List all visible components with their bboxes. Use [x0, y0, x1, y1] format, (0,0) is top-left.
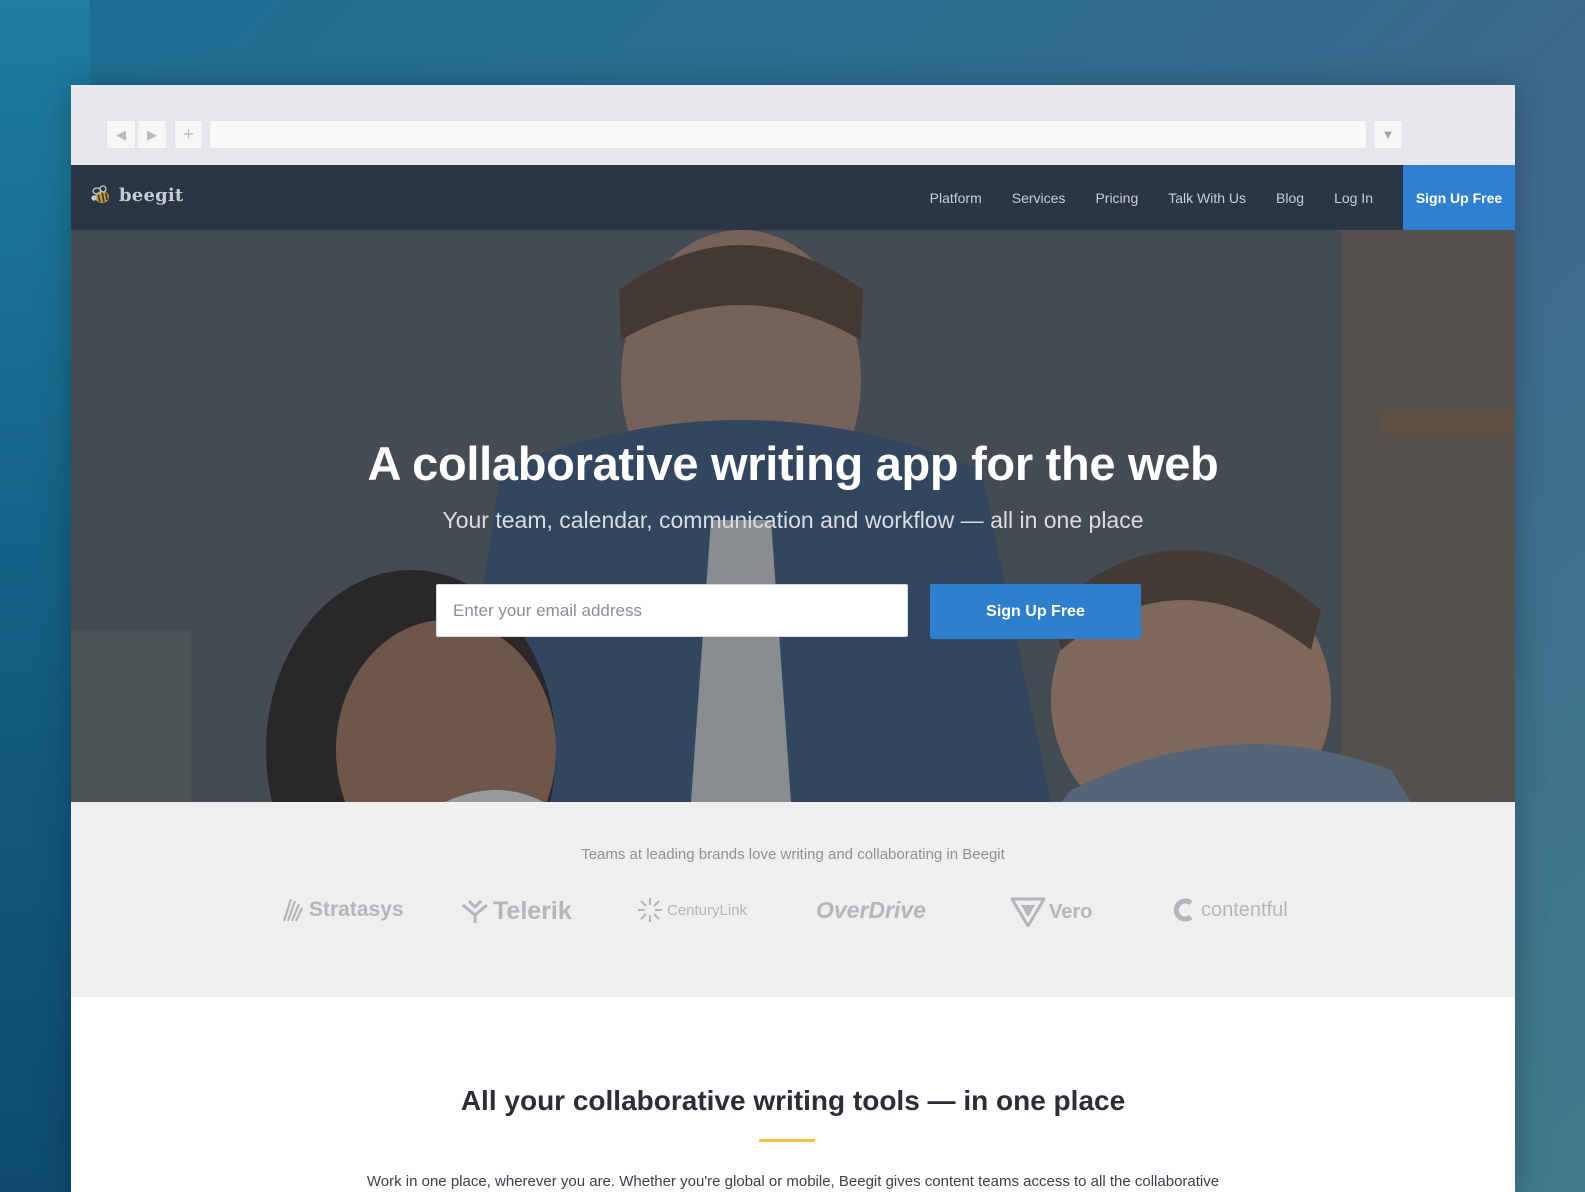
- site-navbar: beegit Platform Services Pricing Talk Wi…: [71, 165, 1515, 230]
- nav-services[interactable]: Services: [1012, 190, 1066, 206]
- nav-talk-with-us[interactable]: Talk With Us: [1168, 190, 1246, 206]
- brand-logo-contentful: contentful: [1171, 897, 1288, 923]
- brand-name: CenturyLink: [667, 901, 748, 919]
- title-underline: [759, 1139, 815, 1142]
- contentful-icon: [1171, 897, 1197, 923]
- history-buttons: ◀ ▶: [106, 120, 167, 149]
- brand-name: Telerik: [493, 897, 572, 925]
- brand-logo-stratasys: Stratasys: [281, 897, 404, 923]
- forward-icon[interactable]: ▶: [137, 120, 167, 149]
- nav-blog[interactable]: Blog: [1276, 190, 1304, 206]
- stratasys-icon: [281, 897, 305, 923]
- brand-logo-vero: Vero: [1011, 897, 1092, 927]
- tools-section: All your collaborative writing tools — i…: [71, 997, 1515, 1192]
- brand-logo-centurylink: CenturyLink: [637, 897, 747, 923]
- section-title: All your collaborative writing tools — i…: [460, 1085, 1126, 1116]
- brands-section: Teams at leading brands love writing and…: [71, 802, 1515, 997]
- vero-icon: [1011, 897, 1045, 927]
- hero-content: A collaborative writing app for the web …: [71, 436, 1515, 534]
- browser-toolbar: ◀ ▶ + ▼: [71, 85, 1515, 165]
- hero-subtitle: Your team, calendar, communication and w…: [442, 507, 1144, 533]
- brand-name: Stratasys: [309, 898, 404, 921]
- nav-menu: Platform Services Pricing Talk With Us B…: [930, 165, 1515, 230]
- logo-text: beegit: [119, 184, 184, 206]
- brand-name: Vero: [1049, 900, 1093, 923]
- address-bar[interactable]: [209, 120, 1367, 149]
- section-text: Work in one place, wherever you are. Whe…: [366, 1173, 1220, 1190]
- centurylink-icon: [637, 897, 663, 923]
- brands-caption: Teams at leading brands love writing and…: [581, 846, 1005, 863]
- telerik-icon: [461, 899, 489, 925]
- site-logo[interactable]: beegit: [89, 183, 183, 207]
- chevron-down-icon[interactable]: ▼: [1373, 120, 1403, 149]
- email-field[interactable]: [436, 584, 908, 637]
- new-tab-icon[interactable]: +: [174, 120, 203, 149]
- browser-window: ◀ ▶ + ▼ beegit Platform Services Pricing: [71, 85, 1515, 1192]
- hero-section: A collaborative writing app for the web …: [71, 230, 1515, 802]
- brand-logo-telerik: Telerik: [461, 897, 572, 926]
- bee-icon: [89, 183, 113, 207]
- back-icon[interactable]: ◀: [106, 120, 136, 149]
- brand-name: OverDrive: [816, 897, 926, 923]
- signup-form: Sign Up Free: [436, 584, 1141, 639]
- hero-sign-up-button[interactable]: Sign Up Free: [930, 584, 1141, 639]
- nav-pricing[interactable]: Pricing: [1095, 190, 1138, 206]
- nav-log-in[interactable]: Log In: [1334, 190, 1373, 206]
- brand-logo-overdrive: OverDrive: [816, 897, 926, 924]
- nav-sign-up-button[interactable]: Sign Up Free: [1403, 165, 1515, 230]
- brand-name: contentful: [1201, 898, 1288, 921]
- hero-title: A collaborative writing app for the web: [367, 437, 1219, 490]
- nav-platform[interactable]: Platform: [930, 190, 982, 206]
